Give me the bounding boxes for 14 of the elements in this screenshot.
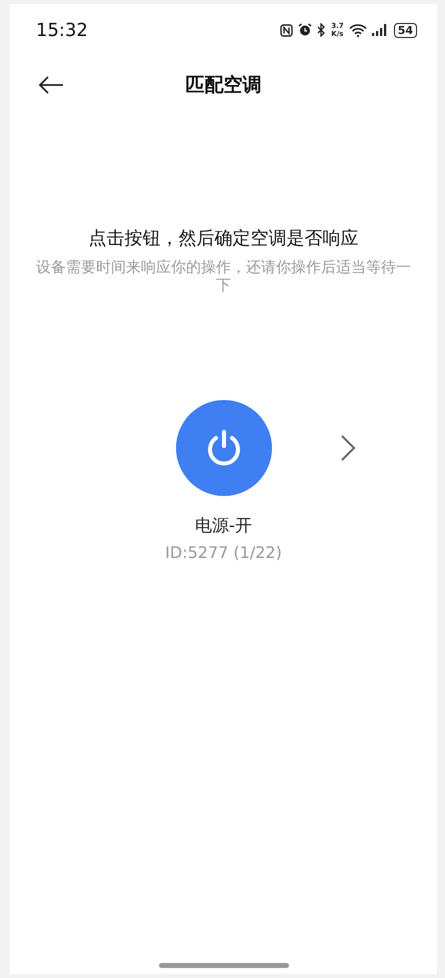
signal-icon xyxy=(372,24,389,36)
alarm-icon xyxy=(298,23,312,37)
battery-indicator: 54 xyxy=(394,22,417,38)
nfc-icon xyxy=(280,24,294,36)
back-button[interactable] xyxy=(38,76,64,94)
status-time: 15:32 xyxy=(36,20,88,40)
key-id: ID:5277 (1/22) xyxy=(164,543,283,562)
wifi-icon xyxy=(348,24,367,36)
instruction-hint: 设备需要时间来响应你的操作，还请你操作后适当等待一下 xyxy=(36,258,411,294)
bluetooth-icon xyxy=(317,23,326,37)
key-label: 电源-开 xyxy=(194,515,254,537)
page-title: 匹配空调 xyxy=(186,73,262,98)
instruction-heading: 点击按钮，然后确定空调是否响应 xyxy=(88,227,360,250)
next-button[interactable] xyxy=(340,434,356,462)
